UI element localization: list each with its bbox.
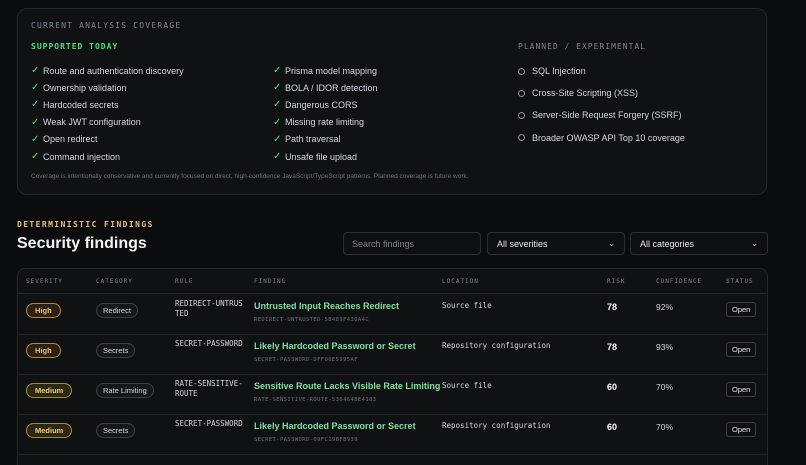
confidence-value: 70% bbox=[656, 422, 674, 432]
confidence-value: 70% bbox=[656, 382, 674, 392]
planned-item: SQL Injection bbox=[518, 60, 685, 82]
finding-title[interactable]: Likely Hardcoded Password or Secret bbox=[254, 341, 416, 351]
check-icon: ✓ bbox=[273, 99, 282, 111]
check-icon: ✓ bbox=[31, 116, 40, 128]
chevron-down-icon: ⌄ bbox=[608, 239, 615, 248]
column-header-risk: RISK bbox=[607, 278, 626, 285]
rule-id: REDIRECT-UNTRUSTED bbox=[175, 299, 243, 318]
column-header-category: CATEGORY bbox=[96, 278, 133, 285]
finding-id: REDIRECT-UNTRUSTED-5B489F430A4C bbox=[254, 317, 370, 323]
finding-title[interactable]: Likely Hardcoded Password or Secret bbox=[254, 421, 416, 431]
supported-item: ✓ Open redirect bbox=[31, 133, 98, 145]
column-header-location: LOCATION bbox=[442, 278, 479, 285]
page-title: Security findings bbox=[17, 235, 147, 252]
planned-item: Server-Side Request Forgery (SSRF) bbox=[518, 104, 685, 126]
circle-icon bbox=[518, 111, 525, 119]
circle-icon bbox=[518, 67, 525, 75]
category-badge: Secrets bbox=[96, 343, 136, 358]
severity-badge: Medium bbox=[26, 383, 73, 398]
status-button[interactable]: Open bbox=[726, 382, 757, 397]
supported-item: ✓ Ownership validation bbox=[31, 82, 127, 94]
risk-score: 78 bbox=[607, 342, 618, 352]
rule-id: SECRET-PASSWORD bbox=[175, 419, 243, 428]
supported-item: ✓ Command injection bbox=[31, 151, 121, 163]
check-icon: ✓ bbox=[31, 82, 40, 94]
supported-list-2: ✓ Prisma model mapping ✓ BOLA / IDOR detec… bbox=[273, 62, 378, 165]
supported-item: ✓ Dangerous CORS bbox=[273, 99, 358, 111]
rule-id: SECRET-PASSWORD bbox=[175, 339, 243, 348]
table-row[interactable]: Medium Secrets SECRET-PASSWORD Likely Ha… bbox=[18, 414, 767, 455]
status-button[interactable]: Open bbox=[726, 422, 757, 437]
status-button[interactable]: Open bbox=[726, 342, 757, 357]
category-badge: Secrets bbox=[96, 423, 136, 438]
column-header-finding: FINDING bbox=[254, 278, 287, 285]
supported-item: ✓ Hardcoded secrets bbox=[31, 99, 119, 111]
risk-score: 78 bbox=[607, 302, 618, 312]
category-badge: Rate Limiting bbox=[96, 383, 154, 398]
status-button[interactable]: Open bbox=[726, 302, 757, 317]
severity-badge: Medium bbox=[26, 423, 73, 438]
circle-icon bbox=[518, 89, 525, 97]
category-badge: Redirect bbox=[96, 303, 138, 318]
confidence-value: 92% bbox=[656, 302, 674, 312]
findings-table: SEVERITY CATEGORY RULE FINDING LOCATION … bbox=[17, 268, 768, 465]
coverage-panel: CURRENT ANALYSIS COVERAGE SUPPORTED TODA… bbox=[17, 8, 767, 195]
check-icon: ✓ bbox=[31, 151, 40, 163]
coverage-title: CURRENT ANALYSIS COVERAGE bbox=[31, 21, 182, 30]
supported-item: ✓ Route and authentication discovery bbox=[31, 65, 184, 77]
check-icon: ✓ bbox=[31, 65, 40, 77]
check-icon: ✓ bbox=[273, 116, 282, 128]
finding-location: Repository configuration bbox=[442, 341, 551, 350]
check-icon: ✓ bbox=[273, 65, 282, 77]
supported-title: SUPPORTED TODAY bbox=[31, 42, 119, 51]
table-row[interactable]: High Redirect REDIRECT-UNTRUSTED Untrust… bbox=[18, 294, 767, 335]
check-icon: ✓ bbox=[273, 82, 282, 94]
supported-item: ✓ Prisma model mapping bbox=[273, 65, 378, 77]
finding-id: RATE-SENSITIVE-ROUTE-536464BE4183 bbox=[254, 397, 377, 403]
planned-item: Broader OWASP API Top 10 coverage bbox=[518, 127, 685, 149]
severity-badge: High bbox=[26, 343, 61, 358]
supported-item: ✓ Weak JWT configuration bbox=[31, 116, 141, 128]
finding-location: Repository configuration bbox=[442, 421, 551, 430]
supported-item: ✓ Unsafe file upload bbox=[273, 151, 358, 163]
supported-list-1: ✓ Route and authentication discovery ✓ Own… bbox=[31, 62, 184, 165]
severity-select[interactable]: All severities ⌄ bbox=[487, 232, 625, 255]
risk-score: 60 bbox=[607, 382, 618, 392]
table-row[interactable]: High Secrets SECRET-PASSWORD Likely Hard… bbox=[18, 334, 767, 375]
column-header-severity: SEVERITY bbox=[26, 278, 63, 285]
finding-title[interactable]: Sensitive Route Lacks Visible Rate Limit… bbox=[254, 381, 440, 391]
check-icon: ✓ bbox=[31, 133, 40, 145]
check-icon: ✓ bbox=[273, 151, 282, 163]
check-icon: ✓ bbox=[273, 133, 282, 145]
supported-item: ✓ Path traversal bbox=[273, 133, 341, 145]
finding-id: SECRET-PASSWORD-09FC19BFB939 bbox=[254, 437, 358, 443]
severity-select-value: All severities bbox=[497, 238, 548, 249]
supported-item: ✓ BOLA / IDOR detection bbox=[273, 82, 378, 94]
confidence-value: 93% bbox=[656, 342, 674, 352]
column-header-rule: RULE bbox=[175, 278, 194, 285]
coverage-note: Coverage is intentionally conservative a… bbox=[31, 173, 469, 180]
severity-badge: High bbox=[26, 303, 61, 318]
section-label: DETERMINISTIC FINDINGS bbox=[17, 220, 154, 229]
finding-id: SECRET-PASSWORD-DFF00E5995AF bbox=[254, 357, 358, 363]
column-header-confidence: CONFIDENCE bbox=[656, 278, 703, 285]
finding-location: Source file bbox=[442, 301, 492, 310]
column-header-status: STATUS bbox=[726, 278, 754, 285]
rule-id: RATE-SENSITIVE-ROUTE bbox=[175, 379, 243, 398]
supported-item: ✓ Missing rate limiting bbox=[273, 116, 365, 128]
planned-list: SQL Injection Cross-Site Scripting (XSS)… bbox=[518, 60, 685, 149]
check-icon: ✓ bbox=[31, 99, 40, 111]
circle-icon bbox=[518, 134, 525, 142]
category-select[interactable]: All categories ⌄ bbox=[630, 232, 768, 255]
category-select-value: All categories bbox=[640, 238, 695, 249]
table-row[interactable]: Medium Rate Limiting RATE-SENSITIVE-ROUT… bbox=[18, 374, 767, 415]
planned-title: PLANNED / EXPERIMENTAL bbox=[518, 42, 646, 51]
risk-score: 60 bbox=[607, 422, 618, 432]
finding-title[interactable]: Untrusted Input Reaches Redirect bbox=[254, 301, 399, 311]
finding-location: Source file bbox=[442, 381, 492, 390]
chevron-down-icon: ⌄ bbox=[751, 239, 758, 248]
planned-item: Cross-Site Scripting (XSS) bbox=[518, 82, 685, 104]
search-input[interactable] bbox=[343, 232, 481, 255]
table-header: SEVERITY CATEGORY RULE FINDING LOCATION … bbox=[18, 269, 767, 294]
